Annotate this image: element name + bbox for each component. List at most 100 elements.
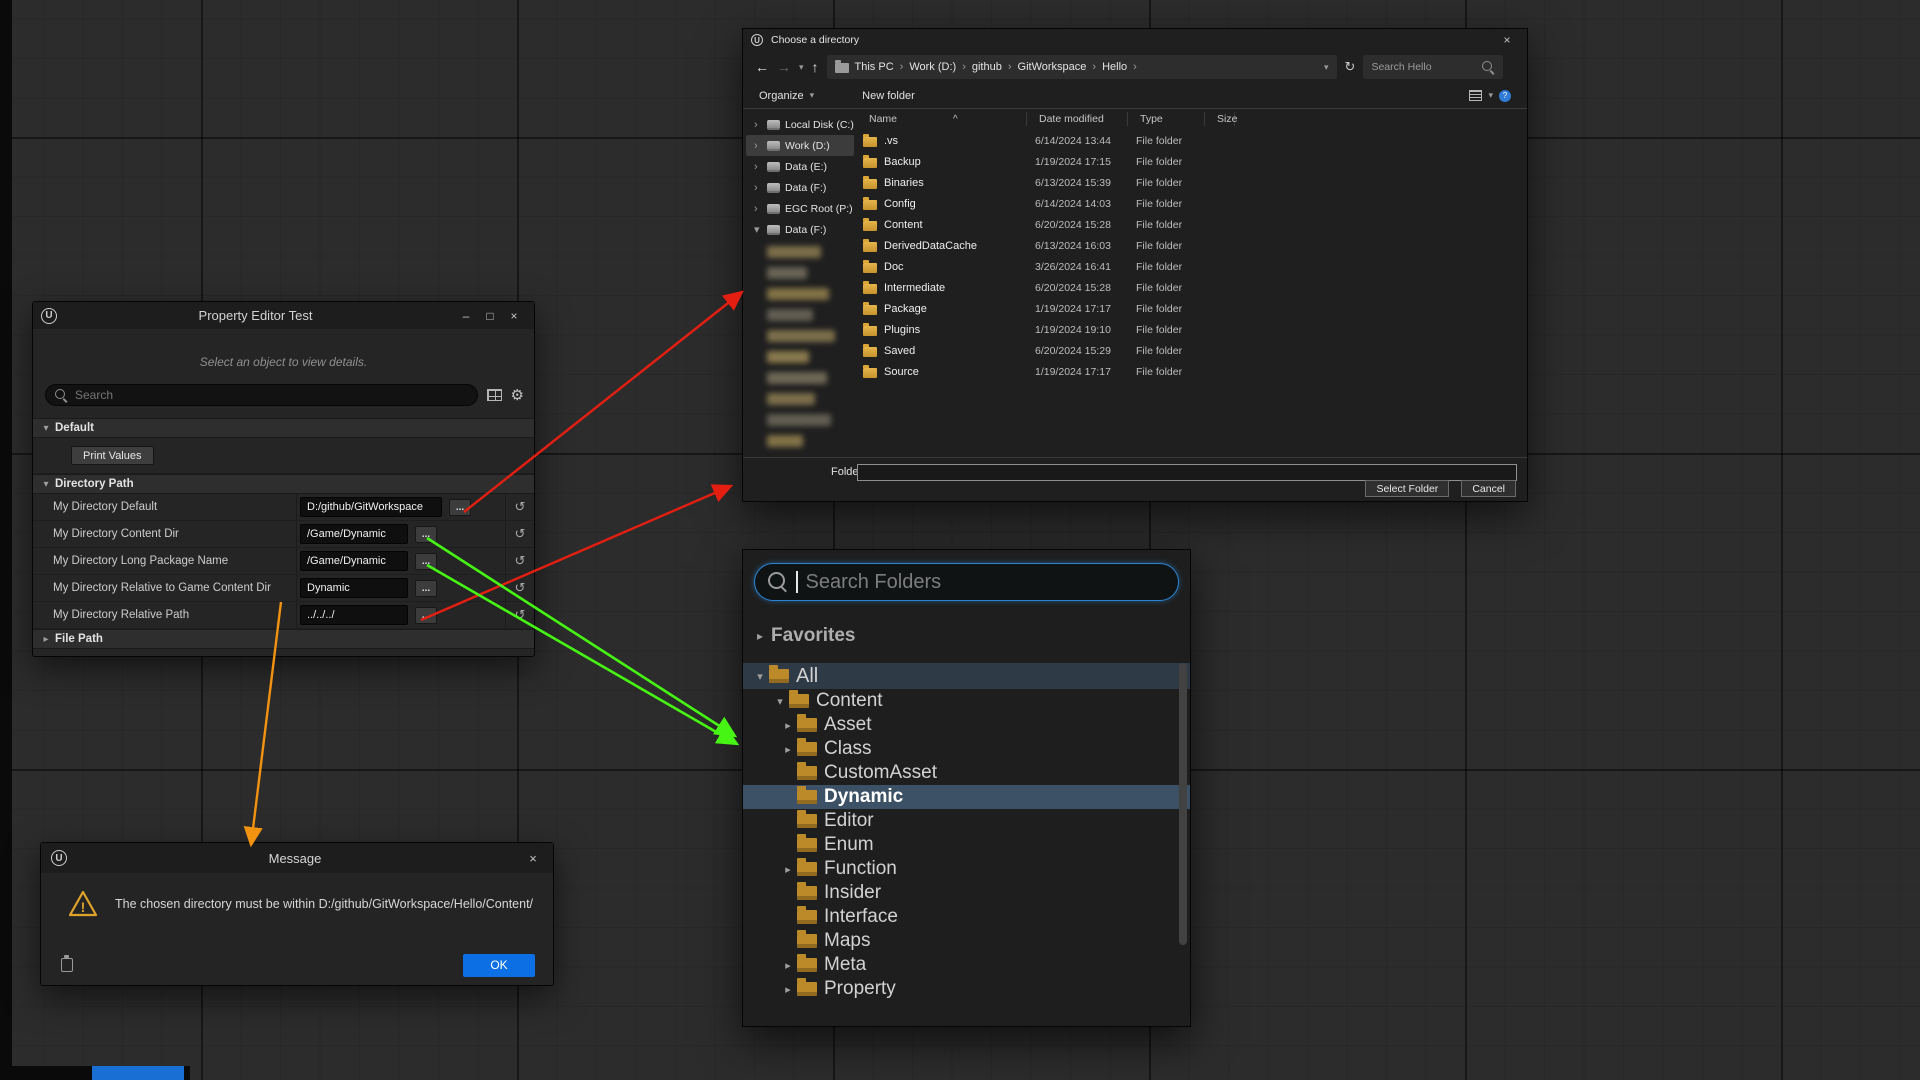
collapse-chevron-icon[interactable]: ▾ [754,223,762,236]
expand-chevron-icon[interactable]: › [754,140,762,152]
expand-chevron-icon[interactable]: › [754,203,762,215]
view-options-icon[interactable] [1469,90,1482,101]
section-header-default[interactable]: ▾ Default [33,418,534,438]
browse-directory-button[interactable]: ... [415,553,437,570]
sidebar-drive-data-e[interactable]: › Data (E:) [746,156,854,177]
sidebar-drive-local-disk-c[interactable]: › Local Disk (C:) [746,114,854,135]
message-dialog-titlebar[interactable]: U Message × [41,843,553,873]
maximize-button[interactable]: □ [478,309,502,323]
search-input[interactable] [75,388,468,402]
file-row[interactable]: Config 6/14/2024 14:03 File folder [857,193,1527,214]
section-header-directory-path[interactable]: ▾ Directory Path [33,474,534,494]
column-date-modified[interactable]: Date modified [1027,112,1128,126]
file-row[interactable]: DerivedDataCache 6/13/2024 16:03 File fo… [857,235,1527,256]
tree-item-maps[interactable]: Maps [743,929,1190,953]
column-size[interactable]: Size [1205,112,1235,126]
sidebar-drive-egc-root-p[interactable]: › EGC Root (P:) [746,198,854,219]
tree-item-property[interactable]: ▸ Property [743,977,1190,1001]
tree-item-dynamic[interactable]: Dynamic [743,785,1190,809]
browse-directory-button[interactable]: ... [449,499,471,516]
reset-to-default-button[interactable]: ↺ [505,548,534,574]
refresh-button[interactable]: ↻ [1345,59,1356,75]
file-row[interactable]: Content 6/20/2024 15:28 File folder [857,214,1527,235]
forward-button[interactable]: → [777,60,791,74]
reset-to-default-button[interactable]: ↺ [505,602,534,628]
copy-icon[interactable] [61,958,73,972]
collapse-arrow-icon[interactable]: ▾ [771,695,789,708]
breadcrumb-this-pc[interactable]: This PC [855,61,894,73]
file-row[interactable]: Intermediate 6/20/2024 15:28 File folder [857,277,1527,298]
file-dialog-titlebar[interactable]: U Choose a directory × [743,29,1527,51]
tree-item-meta[interactable]: ▸ Meta [743,953,1190,977]
sidebar-drive-data-f[interactable]: › Data (F:) [746,177,854,198]
browse-directory-button[interactable]: ... [415,580,437,597]
ok-button[interactable]: OK [463,954,535,977]
minimize-button[interactable]: – [454,309,478,323]
expand-chevron-icon[interactable]: › [754,182,762,194]
breadcrumb-hello[interactable]: Hello [1102,61,1127,73]
tree-item-enum[interactable]: Enum [743,833,1190,857]
directory-value-field[interactable]: Dynamic [300,578,408,598]
column-view-icon[interactable] [487,389,502,401]
file-row[interactable]: Source 1/19/2024 17:17 File folder [857,361,1527,382]
tree-item-customasset[interactable]: CustomAsset [743,761,1190,785]
breadcrumb-work-d[interactable]: Work (D:) [909,61,956,73]
directory-value-field[interactable]: /Game/Dynamic [300,551,408,571]
back-button[interactable]: ← [755,60,769,74]
folder-search-box[interactable] [754,563,1179,601]
reset-to-default-button[interactable]: ↺ [505,494,534,520]
file-row[interactable]: Package 1/19/2024 17:17 File folder [857,298,1527,319]
organize-dropdown-icon[interactable]: ▾ [810,91,815,100]
new-folder-button[interactable]: New folder [862,90,915,102]
close-button[interactable]: × [523,851,543,866]
sidebar-drive-data-f-expanded[interactable]: ▾ Data (F:) [746,219,854,240]
directory-value-field[interactable]: ../../../ [300,605,408,625]
expand-chevron-icon[interactable]: › [754,161,762,173]
view-dropdown-icon[interactable]: ▾ [1488,91,1493,100]
tree-item-class[interactable]: ▸ Class [743,737,1190,761]
expand-arrow-icon[interactable]: ▸ [779,983,797,996]
reset-to-default-button[interactable]: ↺ [505,575,534,601]
section-header-file-path[interactable]: ▸ File Path [33,629,534,649]
property-editor-titlebar[interactable]: U Property Editor Test – □ × [33,302,534,329]
reset-to-default-button[interactable]: ↺ [505,521,534,547]
tree-item-interface[interactable]: Interface [743,905,1190,929]
close-button[interactable]: × [502,309,526,323]
folder-search-input[interactable] [806,571,1166,594]
directory-value-field[interactable]: /Game/Dynamic [300,524,408,544]
browse-directory-button[interactable]: ... [415,526,437,543]
cancel-button[interactable]: Cancel [1461,480,1516,497]
file-row[interactable]: .vs 6/14/2024 13:44 File folder [857,130,1527,151]
collapse-arrow-icon[interactable]: ▾ [751,670,769,683]
scrollbar-thumb[interactable] [1179,663,1187,945]
search-box[interactable] [45,384,478,406]
breadcrumb-gitworkspace[interactable]: GitWorkspace [1018,61,1087,73]
breadcrumb-github[interactable]: github [972,61,1002,73]
file-search-input[interactable] [1371,61,1476,73]
file-row[interactable]: Saved 6/20/2024 15:29 File folder [857,340,1527,361]
tree-item-insider[interactable]: Insider [743,881,1190,905]
file-row[interactable]: Backup 1/19/2024 17:15 File folder [857,151,1527,172]
tree-item-function[interactable]: ▸ Function [743,857,1190,881]
close-button[interactable]: × [1495,33,1519,47]
select-folder-button[interactable]: Select Folder [1365,480,1449,497]
breadcrumb-bar[interactable]: This PC › Work (D:) › github › GitWorksp… [827,55,1337,79]
expand-arrow-icon[interactable]: ▸ [779,959,797,972]
tree-item-editor[interactable]: Editor [743,809,1190,833]
expand-arrow-icon[interactable]: ▸ [779,719,797,732]
scrollbar[interactable] [1179,663,1187,1001]
organize-button[interactable]: Organize [759,90,804,102]
help-icon[interactable]: ? [1499,90,1511,102]
file-row[interactable]: Plugins 1/19/2024 19:10 File folder [857,319,1527,340]
tree-item-content[interactable]: ▾ Content [743,689,1190,713]
directory-value-field[interactable]: D:/github/GitWorkspace [300,497,442,517]
up-button[interactable]: ↑ [812,60,819,74]
favorites-section-header[interactable]: ▸ Favorites [743,623,1190,649]
tree-item-all[interactable]: ▾ All [743,663,1190,689]
sidebar-drive-work-d[interactable]: › Work (D:) [746,135,854,156]
folder-name-input[interactable] [857,464,1517,481]
address-dropdown-icon[interactable]: ▾ [1324,63,1329,72]
expand-chevron-icon[interactable]: › [754,119,762,131]
column-type[interactable]: Type [1128,112,1205,126]
column-name[interactable]: Name ^ [857,112,1027,126]
